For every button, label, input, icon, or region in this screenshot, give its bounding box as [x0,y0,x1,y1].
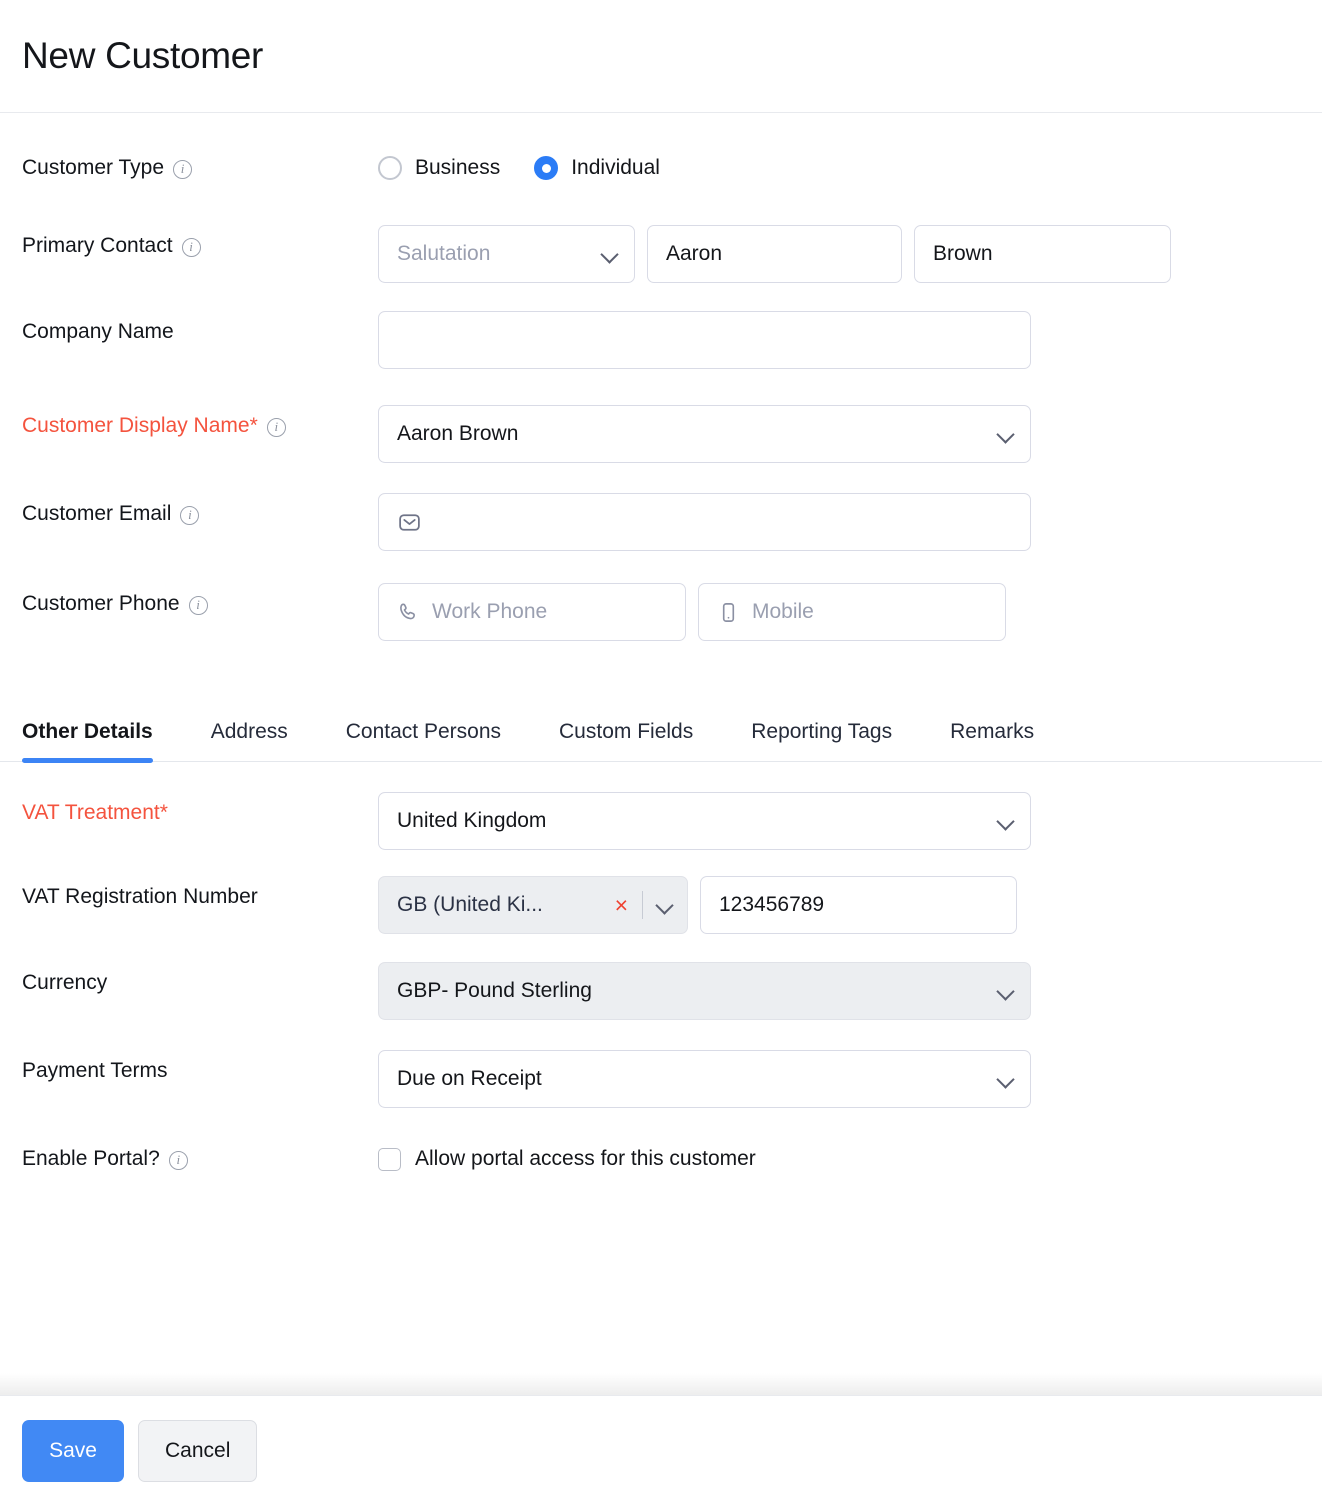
primary-contact-fields: Salutation Aaron Brown [378,225,1171,283]
display-name-value: Aaron Brown [397,422,519,445]
tab-other-details[interactable]: Other Details [22,720,153,763]
tab-address[interactable]: Address [211,720,288,761]
page-title: New Customer [22,35,264,76]
vat-number-value: 123456789 [719,893,825,916]
envelope-icon [397,510,422,535]
company-name-fields [378,311,1031,369]
payment-terms-value: Due on Receipt [397,1067,542,1090]
info-icon[interactable] [188,595,208,615]
chevron-down-icon [998,426,1014,442]
tab-bar: Other Details Address Contact Persons Cu… [0,688,1322,763]
chevron-down-icon [602,246,618,262]
chevron-down-icon [998,813,1014,829]
enable-portal-checkbox-label: Allow portal access for this customer [415,1147,756,1170]
label-currency: Currency [22,971,108,994]
save-button[interactable]: Save [22,1420,124,1482]
chevron-down-icon [998,1071,1014,1087]
vat-country-value: GB (United Ki... [397,893,543,916]
new-customer-page: New Customer Customer Type Business Indi… [0,0,1322,1506]
work-phone-value: Work Phone [432,600,548,623]
currency-fields: GBP- Pound Sterling [378,962,1031,1020]
radio-option-business[interactable]: Business [378,156,500,180]
label-customer-type: Customer Type [22,147,378,189]
work-phone-input[interactable]: Work Phone [378,583,686,641]
label-payment-terms: Payment Terms [22,1059,168,1082]
mobile-phone-input[interactable]: Mobile [698,583,1006,641]
customer-email-fields [378,493,1031,551]
vat-registration-fields: GB (United Ki... × 123456789 [378,876,1017,934]
enable-portal-checkbox-row[interactable]: Allow portal access for this customer [378,1138,756,1180]
form-footer: Save Cancel [0,1395,1322,1506]
chip-divider [642,891,643,919]
vat-treatment-value: United Kingdom [397,809,547,832]
field-row-customer-phone: Customer Phone Work Phone [0,583,1322,641]
tab-custom-fields[interactable]: Custom Fields [559,720,693,761]
last-name-value: Brown [933,242,993,265]
enable-portal-checkbox[interactable] [378,1147,401,1171]
payment-terms-fields: Due on Receipt [378,1050,1031,1108]
label-company-name: Company Name [22,320,174,343]
field-row-payment-terms: Payment Terms Due on Receipt [0,1050,1322,1108]
label-vat-registration: VAT Registration Number [22,885,258,908]
currency-value: GBP- Pound Sterling [397,979,592,1002]
vat-treatment-fields: United Kingdom [378,792,1031,850]
info-icon[interactable] [180,505,200,525]
last-name-input[interactable]: Brown [914,225,1171,283]
radio-group-customer-type: Business Individual [378,147,660,189]
field-row-display-name: Customer Display Name* Aaron Brown [0,405,1322,463]
company-name-input[interactable] [378,311,1031,369]
info-icon[interactable] [168,1150,188,1170]
info-icon[interactable] [266,417,286,437]
page-header: New Customer [0,0,1322,113]
form-scroll-area: Customer Type Business Individual Primar… [0,113,1322,1395]
display-name-fields: Aaron Brown [378,405,1031,463]
vat-country-select[interactable]: GB (United Ki... × [378,876,688,934]
label-primary-contact: Primary Contact [22,225,378,267]
payment-terms-select[interactable]: Due on Receipt [378,1050,1031,1108]
currency-select[interactable]: GBP- Pound Sterling [378,962,1031,1020]
field-row-company-name: Company Name [0,311,1322,369]
cancel-button[interactable]: Cancel [138,1420,258,1482]
first-name-input[interactable]: Aaron [647,225,902,283]
field-row-customer-type: Customer Type Business Individual [0,147,1322,189]
label-customer-email: Customer Email [22,493,378,535]
clear-icon[interactable]: × [615,893,628,917]
tab-contact-persons[interactable]: Contact Persons [346,720,501,761]
first-name-value: Aaron [666,242,723,265]
field-row-vat-treatment: VAT Treatment* United Kingdom [0,792,1322,850]
salutation-select[interactable]: Salutation [378,225,635,283]
vat-number-input[interactable]: 123456789 [700,876,1017,934]
radio-label-individual: Individual [571,156,660,179]
tab-reporting-tags[interactable]: Reporting Tags [751,720,892,761]
info-icon[interactable] [181,237,201,257]
field-row-vat-registration: VAT Registration Number GB (United Ki...… [0,876,1322,934]
vat-treatment-select[interactable]: United Kingdom [378,792,1031,850]
phone-icon [397,601,420,624]
radio-circle-business[interactable] [378,156,402,180]
field-row-primary-contact: Primary Contact Salutation Aaron Brown [0,225,1322,283]
mobile-phone-value: Mobile [752,600,814,623]
mobile-icon [717,601,740,624]
label-display-name: Customer Display Name* [22,405,378,447]
radio-label-business: Business [415,156,501,179]
customer-email-input[interactable] [378,493,1031,551]
label-customer-phone: Customer Phone [22,583,378,625]
field-row-enable-portal: Enable Portal? Allow portal access for t… [0,1138,1322,1180]
chevron-down-icon [657,897,673,913]
radio-circle-individual[interactable] [534,156,559,180]
salutation-value: Salutation [397,242,491,265]
label-vat-treatment: VAT Treatment* [22,801,168,824]
tab-remarks[interactable]: Remarks [950,720,1034,761]
chevron-down-icon [998,983,1014,999]
label-enable-portal: Enable Portal? [22,1138,378,1180]
field-row-currency: Currency GBP- Pound Sterling [0,962,1322,1020]
field-row-customer-email: Customer Email [0,493,1322,551]
customer-phone-fields: Work Phone Mobile [378,583,1006,641]
display-name-select[interactable]: Aaron Brown [378,405,1031,463]
radio-option-individual[interactable]: Individual [534,156,660,180]
info-icon[interactable] [173,159,193,179]
